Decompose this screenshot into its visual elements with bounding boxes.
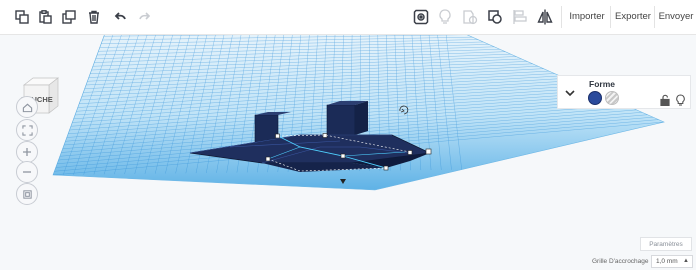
fit-view-button[interactable]: [16, 119, 38, 141]
caret-up-icon: ▲: [683, 258, 689, 264]
shape-inspector: Forme: [557, 75, 691, 109]
toolbar-divider: [561, 6, 562, 28]
paste-icon: [39, 10, 52, 24]
toolbar-divider: [610, 6, 611, 28]
light-bulb-button[interactable]: [434, 6, 456, 28]
light-bulb-icon: [439, 9, 451, 24]
group-button[interactable]: [459, 6, 481, 28]
trash-icon: [89, 10, 99, 24]
fit-view-icon: [21, 124, 33, 136]
undo-icon: [114, 12, 126, 20]
hole-swatch[interactable]: [605, 91, 619, 105]
paste-button[interactable]: [34, 6, 56, 28]
mirror-button[interactable]: [534, 6, 556, 28]
home-view-button[interactable]: [16, 96, 38, 118]
zoom-in-icon: [23, 148, 31, 156]
snap-grid-label: Grille D'accrochage: [592, 258, 649, 265]
toolbar-divider: [654, 6, 655, 28]
zoom-out-icon: [23, 171, 31, 173]
chevron-down-icon: [565, 90, 575, 97]
duplicate-button[interactable]: [58, 6, 80, 28]
perspective-icon: [22, 189, 32, 199]
send-button[interactable]: Envoyer: [656, 6, 696, 28]
align-icon: [513, 10, 527, 24]
snap-grid-select[interactable]: 1,0 mm ▲: [651, 255, 693, 268]
ungroup-button[interactable]: [484, 6, 506, 28]
group-icon: [463, 10, 478, 25]
3d-viewport[interactable]: GAUCHE Forme: [0, 35, 696, 270]
light-bulb-icon: [676, 94, 685, 106]
delete-button[interactable]: [83, 6, 105, 28]
ungroup-icon: [488, 10, 502, 24]
home-view-icon: [22, 103, 32, 112]
align-button[interactable]: [509, 6, 531, 28]
redo-button[interactable]: [134, 6, 156, 28]
zoom-in-button[interactable]: [16, 141, 38, 163]
show-all-icon: [413, 9, 429, 25]
zoom-out-button[interactable]: [16, 161, 38, 183]
snap-grid-value: 1,0 mm: [656, 258, 678, 265]
show-all-button[interactable]: [410, 6, 432, 28]
visibility-button[interactable]: [675, 91, 687, 106]
workplane-scene[interactable]: [0, 35, 696, 270]
parameters-button[interactable]: Paramètres: [640, 237, 692, 251]
solid-color-swatch[interactable]: [588, 91, 602, 105]
lock-icon: [660, 94, 670, 107]
export-button[interactable]: Exporter: [613, 6, 653, 28]
mirror-icon: [537, 9, 553, 25]
main-toolbar: Importer Exporter Envoyer: [0, 0, 696, 35]
copy-icon: [15, 10, 29, 24]
import-button[interactable]: Importer: [565, 6, 609, 28]
duplicate-icon: [62, 10, 76, 24]
lock-button[interactable]: [659, 91, 671, 107]
copy-button[interactable]: [11, 6, 33, 28]
perspective-button[interactable]: [16, 183, 38, 205]
undo-button[interactable]: [109, 6, 131, 28]
collapse-inspector-button[interactable]: [564, 84, 576, 97]
inspector-title: Forme: [589, 79, 615, 89]
redo-icon: [139, 12, 151, 20]
